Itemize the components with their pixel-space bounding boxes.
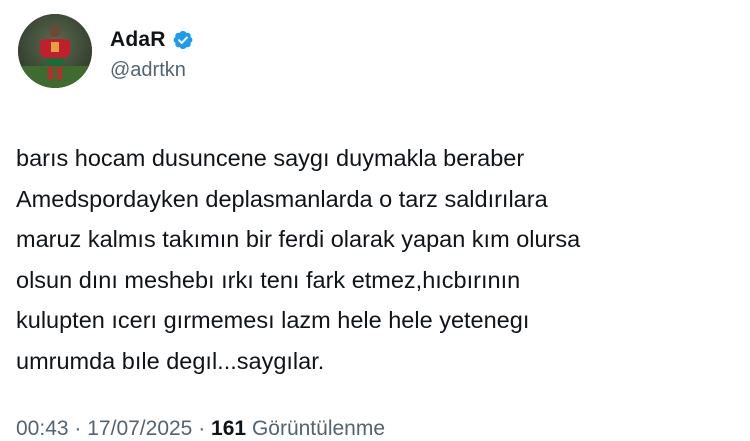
tweet-text: barıs hocam dusuncene saygı duymakla ber… bbox=[16, 138, 736, 381]
tweet-time[interactable]: 00:43 bbox=[16, 417, 69, 440]
tweet-text-line: umrumda bıle degıl...saygılar. bbox=[16, 347, 325, 374]
views-count: 161 bbox=[211, 417, 247, 440]
tweet-meta: 00:43 · 17/07/2025 · 161 Görüntülenme bbox=[16, 417, 385, 441]
meta-separator: · bbox=[74, 417, 82, 440]
author-handle[interactable]: @adrtkn bbox=[110, 59, 186, 82]
meta-separator: · bbox=[198, 417, 206, 440]
tweet-date[interactable]: 17/07/2025 bbox=[87, 417, 192, 440]
display-name[interactable]: AdaR bbox=[110, 28, 166, 52]
soccer-player-avatar-icon bbox=[18, 14, 92, 88]
tweet-text-line: barıs hocam dusuncene saygı duymakla ber… bbox=[16, 145, 525, 171]
tweet-text-line: maruz kalmıs takımın bir ferdi olarak ya… bbox=[16, 226, 581, 252]
tweet-card: AdaR @adrtkn barıs hocam dusuncene saygı… bbox=[0, 0, 750, 441]
tweet-text-line: kulupten ıcerı gırmemesı lazm hele hele … bbox=[16, 307, 530, 333]
author-name-row: AdaR bbox=[110, 26, 194, 54]
tweet-text-line: olsun dını meshebı ırkı tenı fark etmez,… bbox=[16, 266, 521, 293]
verified-badge-icon bbox=[172, 29, 194, 51]
avatar[interactable] bbox=[18, 14, 92, 88]
views-label: Görüntülenme bbox=[251, 417, 386, 440]
tweet-text-line: Amedspordayken deplasmanlarda o tarz sal… bbox=[16, 185, 548, 212]
